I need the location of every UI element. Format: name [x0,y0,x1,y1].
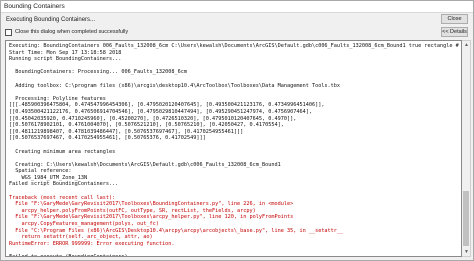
close-button[interactable]: Close [441,14,468,24]
log-line: Creating: C:\Users\kewalsh\Documents\Arc… [9,161,281,168]
log-line: Processing: Polyline features [9,95,106,102]
log-line: Creating minimum area rectangles [9,148,116,155]
scroll-down-arrow-icon[interactable]: ▼ [463,248,470,256]
log-line-error: File "F:\GaryMede\GaryRevisit2017\Toolbo… [9,201,294,208]
log-line-error: File "C:\Program Files (x86)\ArcGIS\Desk… [9,227,344,234]
log-line: Adding toolbox: C:\program files (x86)\a… [9,82,341,89]
message-log-lines: Executing: BoundingContainers 006_Faults… [9,43,459,257]
close-when-complete-label: Close this dialog when completed success… [15,29,129,35]
log-line: [[0.45042035920, 0.4710245960], [0.45200… [9,115,297,122]
close-when-complete-option[interactable]: Close this dialog when completed success… [5,28,128,36]
log-line: [[[.485900396475804, 0.474547996454306],… [9,102,325,109]
log-line: [[0.493500421122176, 0.476506914704546],… [9,108,312,115]
log-line-error: Traceback (most recent call last): [9,194,116,201]
log-line: Failed script BoundingContainers... [9,181,119,188]
log-line: Spatial reference: [9,168,72,175]
title-bar[interactable]: Bounding Containers [1,1,473,13]
window-title: Bounding Containers [4,3,65,10]
geoprocessing-dialog: Bounding Containers Executing Bounding C… [0,0,474,261]
scroll-up-arrow-icon[interactable]: ▲ [463,41,470,49]
log-line: WGS_1984_UTM_Zone_13N [9,174,88,181]
log-line: BoundingContainers: Processing... 006_Fa… [9,69,188,76]
log-line-error: File "F:\GaryMede\GaryRevisit2017\Toolbo… [9,214,294,221]
log-line-error: RuntimeError: ERROR 999999: Error execut… [9,240,175,247]
log-line: [[0.4811219898407, 0.4781039486447], [0.… [9,128,244,135]
progress-status: Executing Bounding Containers... [6,17,96,23]
log-line-error: arcpy.CopyFeatures_management(polys, out… [9,221,159,228]
log-line: [[0.5076178902101, 0.4761004070], [0.507… [9,122,284,129]
log-line-error: arcpy_helper.polyFromPoints(outFC, outTy… [9,207,256,214]
log-line: [[0.5076537697467, 0.4170254955461], [0.… [9,135,206,142]
details-toggle-button[interactable]: << Details [441,27,468,37]
log-line: Running script BoundingContainers... [9,56,122,63]
log-scrollbar[interactable]: ▲ ▼ [462,40,471,257]
log-line-error: return setattr(self._arc_object, attr, a… [9,234,153,241]
log-line: Start Time: Mon Sep 17 13:18:58 2018 [9,49,122,56]
log-line: Executing: BoundingContainers 006_Faults… [9,43,459,49]
log-line: Failed to execute (BoundingContainers). [9,254,131,257]
scroll-thumb[interactable] [463,191,469,246]
close-when-complete-checkbox[interactable] [5,28,12,36]
message-log[interactable]: Executing: BoundingContainers 006_Faults… [5,40,462,257]
